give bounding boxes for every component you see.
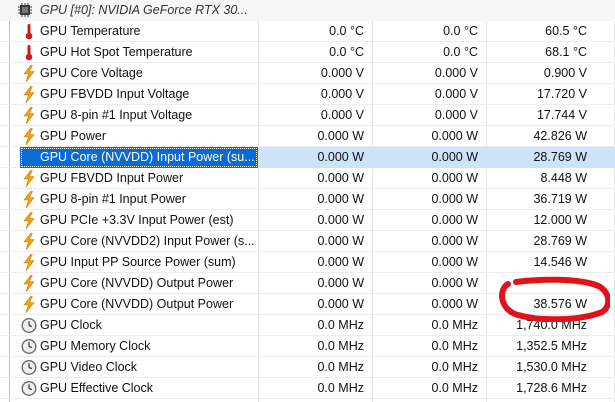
sensor-name: GPU 8-pin #1 Input Power [40, 192, 186, 206]
current-value: 0.0 MHz [317, 318, 364, 332]
current-value: 0.000 W [317, 129, 364, 143]
group-header-label: GPU [#0]: NVIDIA GeForce RTX 30... [40, 3, 248, 17]
minimum-value: 0.0 MHz [431, 339, 478, 353]
gpu-chip-icon [18, 3, 32, 17]
maximum-value: 42.826 W [533, 129, 587, 143]
maximum-value: 36.719 W [533, 192, 587, 206]
minimum-value: 0.000 W [431, 255, 478, 269]
empty-cell [258, 0, 372, 21]
minimum-value: 0.000 W [431, 129, 478, 143]
maximum-value: 28.769 W [533, 234, 587, 248]
maximum-value: 38.576 W [533, 297, 587, 311]
sensor-row[interactable]: GPU Core (NVVDD) Output Power 0.000 W 0.00… [0, 273, 615, 294]
maximum-value: 8.448 W [540, 171, 587, 185]
sensor-row[interactable]: GPU Core (NVVDD) Output Power 0.000 W 0.00… [0, 294, 615, 315]
minimum-value: 0.000 W [431, 213, 478, 227]
current-value: 0.000 V [320, 108, 364, 122]
current-value: 0.000 W [258, 147, 372, 168]
maximum-value: 0.900 V [543, 66, 587, 80]
sensor-row[interactable]: GPU Hot Spot Temperature 0.0 °C 0.0 °C 68.1… [0, 42, 615, 63]
current-value: 0.000 V [320, 66, 364, 80]
current-value: 0.000 W [317, 276, 364, 290]
maximum-value: 60.5 °C [545, 24, 587, 38]
empty-cell [486, 0, 615, 21]
sensor-name: GPU Core (NVVDD2) Input Power (s... [40, 234, 255, 248]
sensor-row[interactable]: GPU Memory Clock 0.0 MHz 0.0 MHz 1,352.5 MH… [0, 336, 615, 357]
current-value: 0.000 W [317, 297, 364, 311]
sensor-name: GPU Core Voltage [40, 66, 143, 80]
current-value: 0.000 W [317, 255, 364, 269]
current-value: 0.0 MHz [317, 339, 364, 353]
maximum-value: 17.720 V [536, 87, 587, 101]
sensor-name: GPU 8-pin #1 Input Voltage [40, 108, 193, 122]
sensor-row[interactable]: GPU Input PP Source Power (sum) 0.000 W 0.… [0, 252, 615, 273]
minimum-value: 0.000 V [434, 108, 478, 122]
sensor-row[interactable]: GPU 8-pin #1 Input Voltage 0.000 V 0.000 V… [0, 105, 615, 126]
sensor-name: GPU FBVDD Input Voltage [40, 87, 190, 101]
minimum-value: 0.0 °C [443, 24, 478, 38]
group-header-row[interactable]: GPU [#0]: NVIDIA GeForce RTX 30... [0, 0, 615, 21]
sensor-row[interactable]: GPU FBVDD Input Voltage 0.000 V 0.000 V 17.… [0, 84, 615, 105]
sensor-row[interactable]: GPU Effective Clock 0.0 MHz 0.0 MHz 1,728.6… [0, 378, 615, 399]
sensor-name: GPU FBVDD Input Power [40, 171, 184, 185]
maximum-value: 1,728.6 MHz [516, 381, 587, 395]
minimum-value: 0.000 W [431, 192, 478, 206]
current-value: 0.0 °C [329, 45, 364, 59]
sensor-row[interactable]: GPU Core Voltage 0.000 V 0.000 V 0.900 V [0, 63, 615, 84]
sensor-row[interactable]: GPU 8-pin #1 Input Power 0.000 W 0.000 W 36… [0, 189, 615, 210]
current-value: 0.000 W [317, 171, 364, 185]
maximum-value: 1,740.0 MHz [516, 318, 587, 332]
sensor-name: GPU Hot Spot Temperature [40, 45, 193, 59]
maximum-value [486, 273, 615, 294]
maximum-value: 28.769 W [486, 147, 615, 168]
sensor-name: GPU Temperature [40, 24, 141, 38]
sensor-name: GPU Core (NVVDD) Output Power [40, 276, 234, 290]
sensor-name: GPU Core (NVVDD) Output Power [40, 297, 234, 311]
sensor-row[interactable]: GPU Core (NVVDD) Input Power (su... 0.000… [0, 147, 615, 168]
maximum-value: 1,530.0 MHz [516, 360, 587, 374]
sensor-row[interactable]: GPU FBVDD Input Power 0.000 W 0.000 W 8.448… [0, 168, 615, 189]
sensor-name: GPU Power [40, 129, 106, 143]
minimum-value: 0.000 W [431, 171, 478, 185]
current-value: 0.000 V [320, 87, 364, 101]
sensor-name: GPU Input PP Source Power (sum) [40, 255, 236, 269]
sensor-name: GPU Core (NVVDD) Input Power (su... [20, 147, 258, 168]
sensor-name: GPU Effective Clock [40, 381, 154, 395]
current-value: 0.000 W [317, 192, 364, 206]
minimum-value: 0.000 W [431, 276, 478, 290]
current-value: 0.000 W [317, 234, 364, 248]
sensor-name: GPU Clock [40, 318, 102, 332]
maximum-value: 17.744 V [536, 108, 587, 122]
minimum-value: 0.000 V [434, 87, 478, 101]
sensor-row[interactable]: GPU Temperature 0.0 °C 0.0 °C 60.5 °C [0, 21, 615, 42]
maximum-value: 14.546 W [533, 255, 587, 269]
sensor-row[interactable]: GPU Clock 0.0 MHz 0.0 MHz 1,740.0 MHz [0, 315, 615, 336]
sensor-row[interactable]: GPU Core (NVVDD2) Input Power (s... 0.000… [0, 231, 615, 252]
maximum-value: 68.1 °C [545, 45, 587, 59]
minimum-value: 0.0 MHz [431, 360, 478, 374]
sensor-name: GPU Memory Clock [40, 339, 151, 353]
sensor-row[interactable]: GPU Video Clock 0.0 MHz 0.0 MHz 1,530.0 MHz [0, 357, 615, 378]
sensor-name: GPU Video Clock [40, 360, 138, 374]
minimum-value: 0.000 W [431, 234, 478, 248]
empty-cell [372, 0, 486, 21]
current-value: 0.0 MHz [317, 381, 364, 395]
current-value: 0.0 °C [329, 24, 364, 38]
current-value: 0.000 W [317, 213, 364, 227]
maximum-value: 1,352.5 MHz [516, 339, 587, 353]
minimum-value: 0.0 °C [443, 45, 478, 59]
minimum-value: 0.000 V [434, 66, 478, 80]
minimum-value: 0.0 MHz [431, 318, 478, 332]
minimum-value: 0.000 W [372, 147, 486, 168]
sensor-row[interactable]: GPU PCIe +3.3V Input Power (est) 0.000 W 0… [0, 210, 615, 231]
minimum-value: 0.000 W [431, 297, 478, 311]
maximum-value: 12.000 W [533, 213, 587, 227]
sensor-name: GPU PCIe +3.3V Input Power (est) [40, 213, 234, 227]
minimum-value: 0.0 MHz [431, 381, 478, 395]
sensor-row[interactable]: GPU Power 0.000 W 0.000 W 42.826 W [0, 126, 615, 147]
current-value: 0.0 MHz [317, 360, 364, 374]
